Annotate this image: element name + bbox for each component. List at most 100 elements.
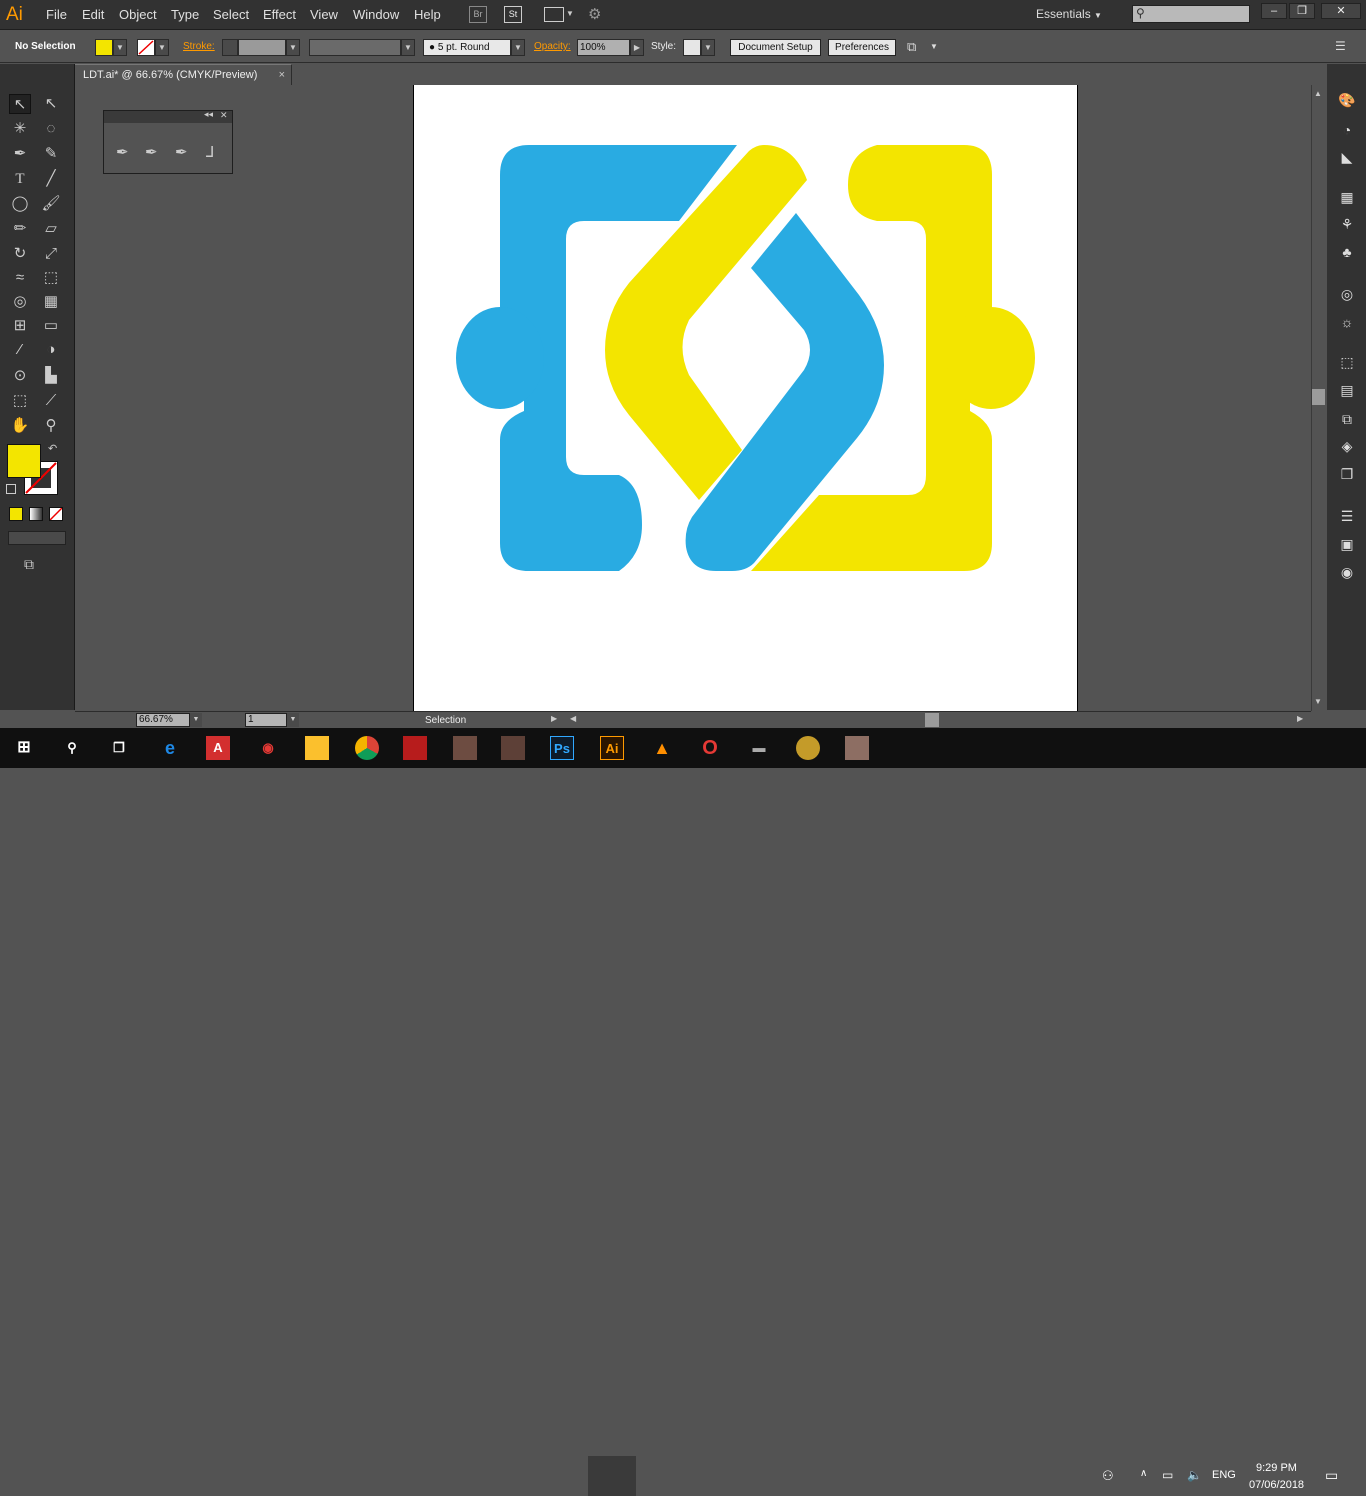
tank-icon[interactable]: ▬ — [747, 736, 771, 760]
menu-icon[interactable]: ☰ — [1337, 506, 1357, 526]
blue-circle-shape[interactable] — [456, 307, 544, 409]
menu-object[interactable]: Object — [119, 7, 157, 22]
scroll-down-icon[interactable]: ▼ — [1314, 697, 1322, 706]
menu-effect[interactable]: Effect — [263, 7, 296, 22]
stroke-weight-input[interactable] — [238, 39, 286, 56]
chevron-up-icon[interactable]: ∧ — [1140, 1468, 1147, 1479]
color-mode-icon[interactable] — [9, 507, 23, 521]
game-icon[interactable] — [501, 736, 525, 760]
task-view-icon[interactable]: ❐ — [107, 736, 131, 760]
menu-file[interactable]: File — [46, 7, 67, 22]
search-input[interactable]: ⚲ — [1132, 5, 1250, 23]
pen-tool-icon[interactable]: ✒ — [116, 143, 129, 161]
stroke-panel-icon[interactable]: ◎ — [1337, 284, 1357, 304]
pen-tool-icon[interactable]: ✒ — [9, 144, 31, 164]
scale-tool-icon[interactable]: ⤢ — [40, 244, 62, 264]
type-tool-icon[interactable]: T — [9, 169, 31, 189]
chevron-down-icon[interactable]: ▼ — [190, 713, 202, 727]
default-colors-icon[interactable] — [6, 484, 16, 494]
chevron-down-icon[interactable]: ▼ — [511, 39, 525, 56]
menu-view[interactable]: View — [310, 7, 338, 22]
document-setup-button[interactable]: Document Setup — [730, 39, 821, 56]
zoom-tool-icon[interactable]: ⚲ — [40, 416, 62, 436]
windows-start-icon[interactable]: ⊞ — [12, 736, 36, 760]
graphic-style-swatch[interactable] — [683, 39, 701, 56]
search-icon[interactable]: ⚲ — [60, 736, 84, 760]
artboard[interactable] — [413, 85, 1078, 711]
workspace-switcher[interactable]: Essentials ▼ — [1036, 7, 1102, 21]
ellipse-tool-icon[interactable]: ◯ — [9, 194, 31, 214]
menu-edit[interactable]: Edit — [82, 7, 104, 22]
slice-tool-icon[interactable]: ⟋ — [40, 391, 62, 411]
transform-icon[interactable]: ⬚ — [1337, 352, 1357, 372]
horizontal-scroll-thumb[interactable] — [925, 713, 939, 727]
zoom-input[interactable]: 66.67% — [136, 713, 190, 727]
ie-icon[interactable]: e — [158, 736, 182, 760]
chevron-down-icon[interactable]: ▼ — [930, 42, 938, 51]
logo-artwork[interactable] — [414, 85, 1079, 711]
preferences-button[interactable]: Preferences — [828, 39, 896, 56]
hand-tool-icon[interactable]: ✋ — [9, 416, 31, 436]
direct-selection-tool-icon[interactable]: ↖ — [40, 94, 62, 114]
menu-type[interactable]: Type — [171, 7, 199, 22]
chevron-right-icon[interactable]: ▶ — [551, 714, 557, 723]
color-guide-icon[interactable]: ◔ — [1337, 120, 1357, 140]
rotate-tool-icon[interactable]: ↻ — [9, 244, 31, 264]
variable-width-profile[interactable] — [309, 39, 401, 56]
restore-button[interactable]: ❐ — [1289, 3, 1315, 19]
anchor-point-tool-icon[interactable]: ⅃ — [206, 143, 214, 161]
panel-menu-icon[interactable]: ☰ — [1335, 39, 1346, 53]
brushes-icon[interactable]: ⚘ — [1337, 214, 1357, 234]
scroll-up-icon[interactable]: ▲ — [1314, 89, 1322, 98]
artboard-tool-icon[interactable]: ⬚ — [9, 391, 31, 411]
gpu-performance-icon[interactable]: ⚙ — [588, 5, 601, 23]
close-icon[interactable]: ✕ — [220, 110, 228, 121]
graphic-styles-icon[interactable]: ◉ — [1337, 562, 1357, 582]
dota-icon[interactable] — [403, 736, 427, 760]
fill-swatch-front[interactable] — [7, 444, 41, 478]
minecraft-icon[interactable] — [453, 736, 477, 760]
scroll-right-icon[interactable]: ▶ — [1297, 714, 1303, 723]
opacity-label[interactable]: Opacity: — [534, 41, 571, 52]
chevron-right-icon[interactable]: ▶ — [630, 39, 644, 56]
curvature-tool-icon[interactable]: ✎ — [40, 144, 62, 164]
close-button[interactable]: ✕ — [1321, 3, 1361, 19]
symbol-sprayer-tool-icon[interactable]: ⊙ — [9, 366, 31, 386]
appearance-icon[interactable]: ☼ — [1337, 312, 1357, 332]
scroll-thumb[interactable] — [1312, 389, 1325, 405]
media-icon[interactable]: ◉ — [256, 736, 280, 760]
acrobat-icon[interactable]: A — [206, 736, 230, 760]
photoshop-icon[interactable]: Ps — [550, 736, 574, 760]
artboard-number-input[interactable]: 1 — [245, 713, 287, 727]
drawing-modes[interactable] — [8, 531, 66, 545]
chrome-icon[interactable] — [355, 736, 379, 760]
arrange-documents-icon[interactable] — [544, 7, 564, 22]
gradient-panel-icon[interactable]: ◣ — [1337, 147, 1357, 167]
brush-definition[interactable]: ● 5 pt. Round — [423, 39, 511, 56]
chevron-down-icon[interactable]: ▼ — [113, 39, 127, 56]
menu-select[interactable]: Select — [213, 7, 249, 22]
chevron-down-icon[interactable]: ▼ — [701, 39, 715, 56]
notifications-icon[interactable]: ▭ — [1325, 1467, 1338, 1484]
chevron-down-icon[interactable]: ▼ — [286, 39, 300, 56]
vertical-scrollbar[interactable]: ▲ ▼ — [1311, 85, 1325, 711]
delete-anchor-tool-icon[interactable]: ✒ — [175, 143, 188, 161]
chevron-down-icon[interactable]: ▼ — [566, 9, 574, 18]
paintbrush-tool-icon[interactable]: 🖌 — [40, 194, 62, 214]
add-anchor-tool-icon[interactable]: ✒ — [145, 143, 158, 161]
artboards-icon[interactable]: ❐ — [1337, 464, 1357, 484]
chevron-down-icon[interactable]: ▼ — [401, 39, 415, 56]
chevron-down-icon[interactable]: ▼ — [155, 39, 169, 56]
volume-icon[interactable]: 🔈 — [1187, 1468, 1202, 1482]
menu-help[interactable]: Help — [414, 7, 441, 22]
perspective-grid-tool-icon[interactable]: ▦ — [40, 292, 62, 312]
align-icon[interactable]: ▤ — [1337, 380, 1357, 400]
yellow-circle-shape[interactable] — [947, 307, 1035, 409]
eyedropper-tool-icon[interactable]: ⁄ — [9, 340, 31, 360]
stroke-weight-stepper[interactable] — [222, 39, 238, 56]
pathfinder-icon[interactable]: ⧉ — [1337, 409, 1357, 429]
fill-color-swatch[interactable] — [95, 39, 113, 56]
transparency-icon[interactable]: ▣ — [1337, 534, 1357, 554]
layers-icon[interactable]: ◈ — [1337, 436, 1357, 456]
swatches-icon[interactable]: ▦ — [1337, 187, 1357, 207]
